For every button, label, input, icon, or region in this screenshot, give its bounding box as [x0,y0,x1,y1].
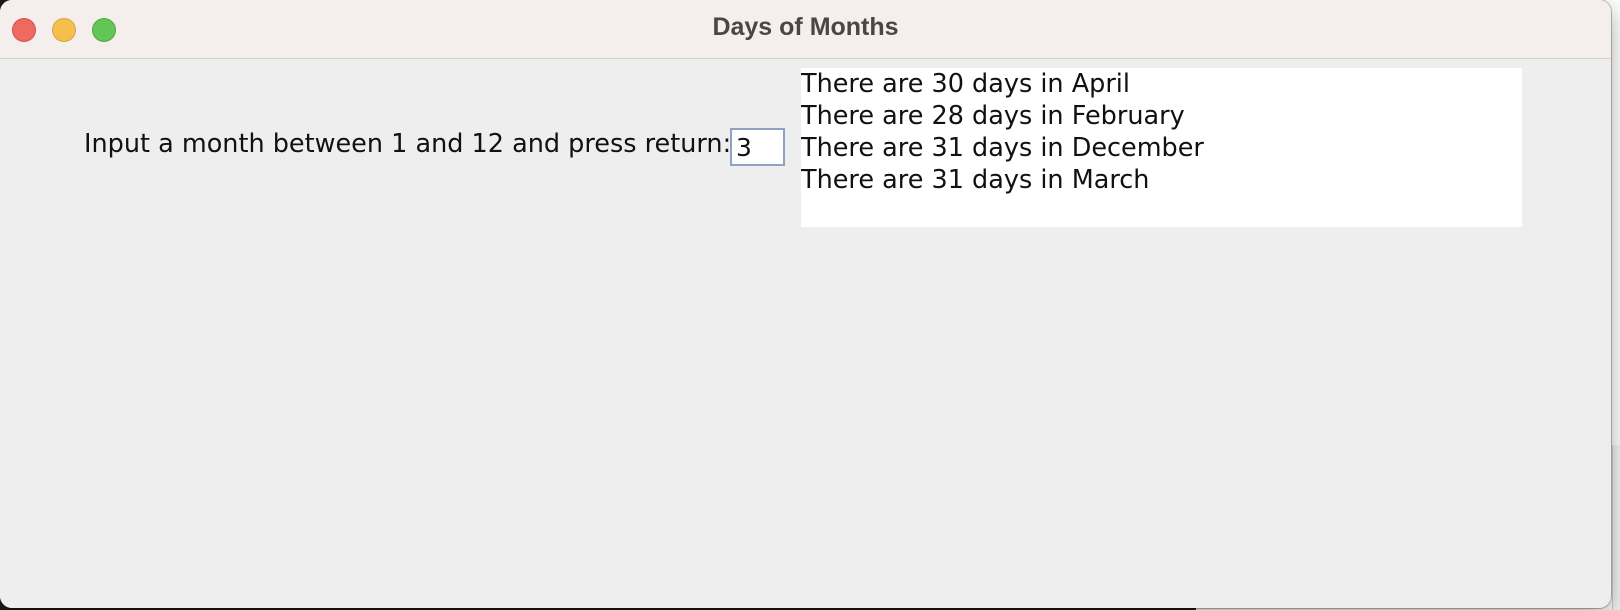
output-line: There are 31 days in March [801,165,1150,195]
window-title: Days of Months [712,13,899,41]
title-bar[interactable]: Days of Months [0,0,1611,59]
output-line: There are 30 days in April [801,69,1130,99]
output-line: There are 28 days in February [801,101,1185,131]
background-window-edge [1612,445,1620,610]
month-input[interactable] [730,128,785,166]
app-window: Days of Months Input a month between 1 a… [0,0,1611,608]
output-line: There are 31 days in December [801,133,1204,163]
month-prompt-label: Input a month between 1 and 12 and press… [84,129,732,159]
content-panel: Input a month between 1 and 12 and press… [0,59,1611,608]
output-text-area[interactable]: There are 30 days in April There are 28 … [801,68,1522,227]
